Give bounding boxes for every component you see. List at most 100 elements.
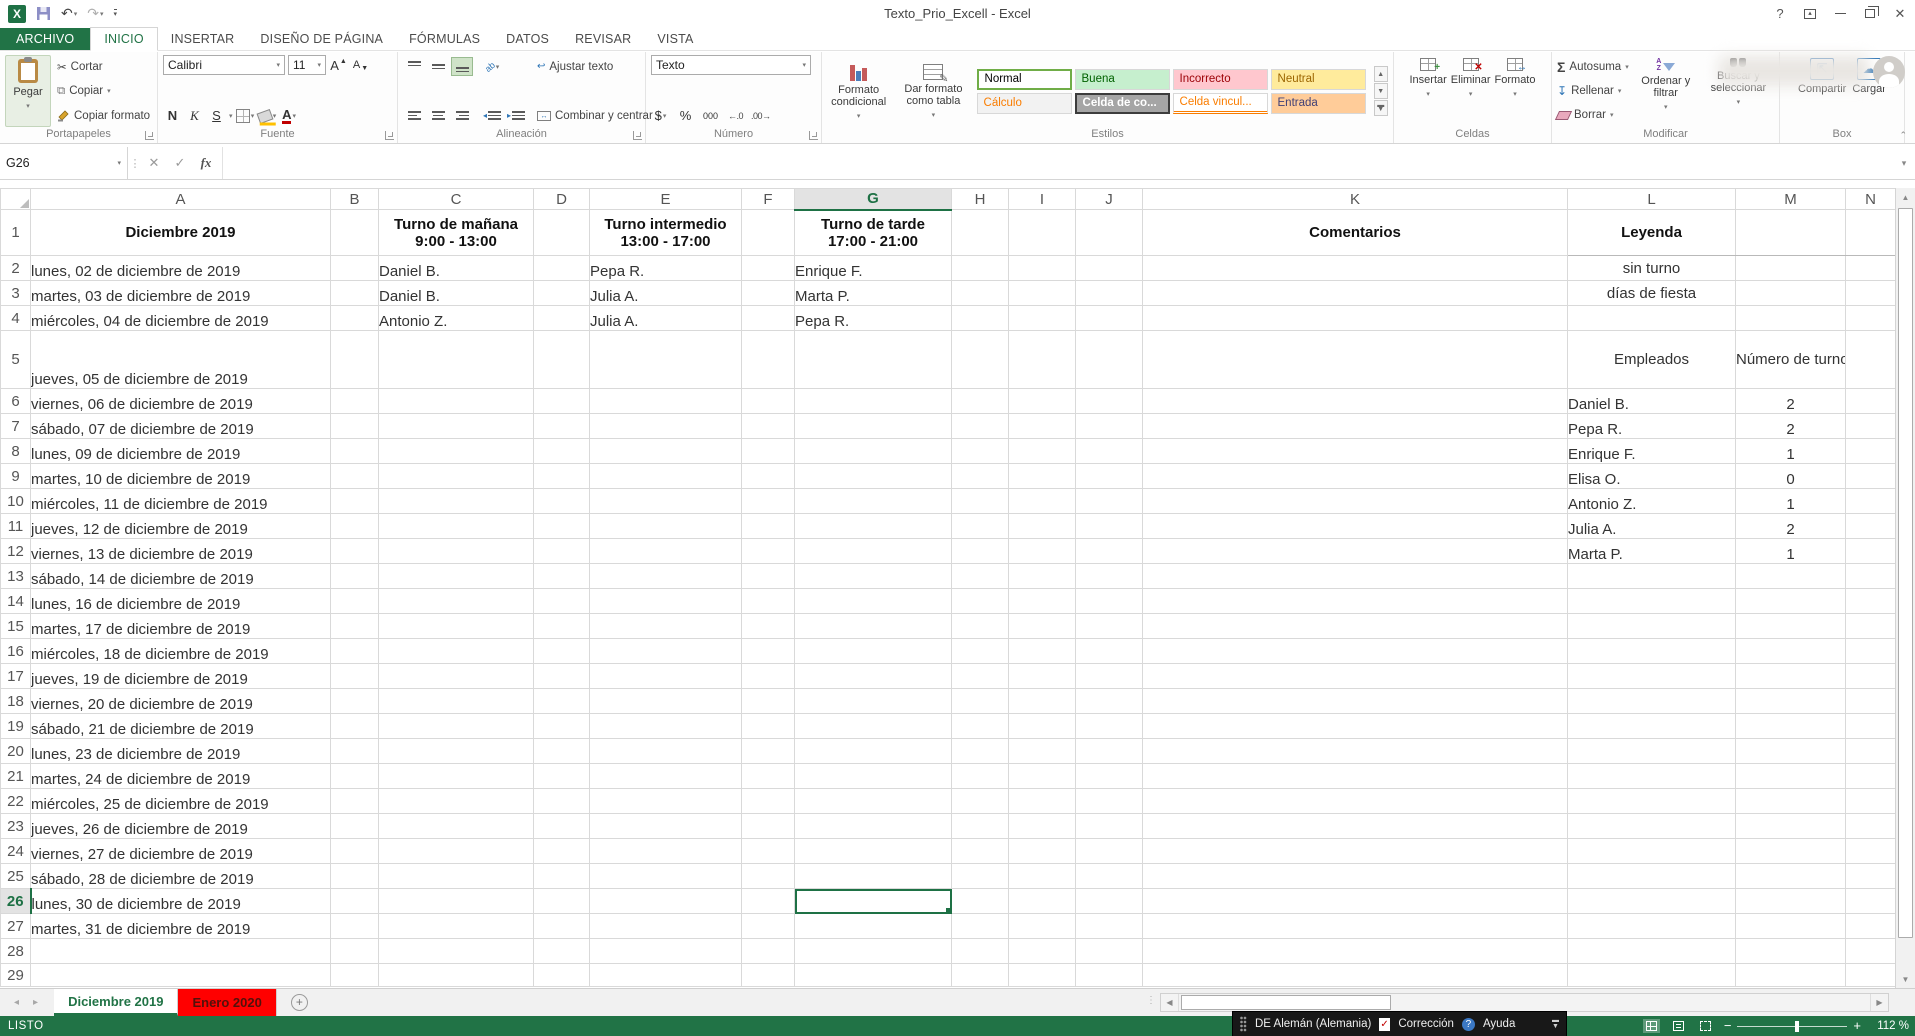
row-header-25[interactable]: 25 bbox=[1, 864, 31, 889]
cell-L29[interactable] bbox=[1568, 964, 1736, 987]
formula-input[interactable] bbox=[223, 147, 1893, 179]
cell-I9[interactable] bbox=[1009, 464, 1076, 489]
cell-G9[interactable] bbox=[795, 464, 952, 489]
new-sheet-button[interactable]: + bbox=[291, 989, 308, 1016]
excel-app-icon[interactable]: X bbox=[8, 5, 26, 23]
cell-H25[interactable] bbox=[952, 864, 1009, 889]
cell-M24[interactable] bbox=[1736, 839, 1846, 864]
cell-F12[interactable] bbox=[742, 539, 795, 564]
cell-C9[interactable] bbox=[379, 464, 534, 489]
cell-J7[interactable] bbox=[1076, 414, 1143, 439]
cell-I4[interactable] bbox=[1009, 306, 1076, 331]
cell-N21[interactable] bbox=[1846, 764, 1896, 789]
ribbon-tab-insertar[interactable]: INSERTAR bbox=[158, 28, 248, 50]
cell-D13[interactable] bbox=[534, 564, 590, 589]
number-dial​og-launcher-icon[interactable] bbox=[809, 131, 818, 140]
cell-G17[interactable] bbox=[795, 664, 952, 689]
cell-G22[interactable] bbox=[795, 789, 952, 814]
horizontal-scroll-thumb[interactable] bbox=[1181, 995, 1391, 1010]
cell-C17[interactable] bbox=[379, 664, 534, 689]
cell-J9[interactable] bbox=[1076, 464, 1143, 489]
cell-B8[interactable] bbox=[331, 439, 379, 464]
cell-F24[interactable] bbox=[742, 839, 795, 864]
close-button[interactable]: ✕ bbox=[1885, 3, 1915, 25]
cell-C29[interactable] bbox=[379, 964, 534, 987]
cell-I8[interactable] bbox=[1009, 439, 1076, 464]
wrap-text-button[interactable]: ↩Ajustar texto bbox=[537, 57, 660, 76]
cell-M8[interactable]: 1 bbox=[1736, 439, 1846, 464]
cell-H7[interactable] bbox=[952, 414, 1009, 439]
cell-N11[interactable] bbox=[1846, 514, 1896, 539]
cell-J18[interactable] bbox=[1076, 689, 1143, 714]
cell-N2[interactable] bbox=[1846, 256, 1896, 281]
language-bar-grip[interactable] bbox=[1240, 1016, 1247, 1032]
cell-F18[interactable] bbox=[742, 689, 795, 714]
cell-B28[interactable] bbox=[331, 939, 379, 964]
page-break-view-button[interactable] bbox=[1697, 1019, 1714, 1033]
cell-I20[interactable] bbox=[1009, 739, 1076, 764]
cell-style-entrada[interactable]: Entrada bbox=[1271, 93, 1366, 114]
cell-L20[interactable] bbox=[1568, 739, 1736, 764]
cell-D26[interactable] bbox=[534, 889, 590, 914]
cell-A3[interactable]: martes, 03 de diciembre de 2019 bbox=[31, 281, 331, 306]
cell-L9[interactable]: Elisa O. bbox=[1568, 464, 1736, 489]
zoom-level[interactable]: 112 % bbox=[1871, 1020, 1909, 1032]
cell-C24[interactable] bbox=[379, 839, 534, 864]
cell-N28[interactable] bbox=[1846, 939, 1896, 964]
cell-H18[interactable] bbox=[952, 689, 1009, 714]
cell-K8[interactable] bbox=[1143, 439, 1568, 464]
cell-M10[interactable]: 1 bbox=[1736, 489, 1846, 514]
ribbon-tab-inicio[interactable]: INICIO bbox=[90, 27, 157, 51]
ribbon-tab-f-rmulas[interactable]: FÓRMULAS bbox=[396, 28, 493, 50]
cell-H26[interactable] bbox=[952, 889, 1009, 914]
cell-I21[interactable] bbox=[1009, 764, 1076, 789]
minimize-button[interactable] bbox=[1825, 3, 1855, 25]
cell-F19[interactable] bbox=[742, 714, 795, 739]
cell-C11[interactable] bbox=[379, 514, 534, 539]
cell-A29[interactable] bbox=[31, 964, 331, 987]
cell-A25[interactable]: sábado, 28 de diciembre de 2019 bbox=[31, 864, 331, 889]
cell-H21[interactable] bbox=[952, 764, 1009, 789]
cell-K24[interactable] bbox=[1143, 839, 1568, 864]
scroll-right-icon[interactable]: ▶ bbox=[1870, 994, 1888, 1011]
row-header-8[interactable]: 8 bbox=[1, 439, 31, 464]
cell-E10[interactable] bbox=[590, 489, 742, 514]
cell-K5[interactable] bbox=[1143, 331, 1568, 389]
cell-D16[interactable] bbox=[534, 639, 590, 664]
cell-E29[interactable] bbox=[590, 964, 742, 987]
cell-I1[interactable] bbox=[1009, 210, 1076, 256]
cell-H28[interactable] bbox=[952, 939, 1009, 964]
cell-G16[interactable] bbox=[795, 639, 952, 664]
language-bar-options[interactable]: ▬▼ bbox=[1552, 1018, 1559, 1030]
column-header-H[interactable]: H bbox=[952, 189, 1009, 210]
row-header-3[interactable]: 3 bbox=[1, 281, 31, 306]
cell-J25[interactable] bbox=[1076, 864, 1143, 889]
row-header-19[interactable]: 19 bbox=[1, 714, 31, 739]
cell-C26[interactable] bbox=[379, 889, 534, 914]
increase-font-size-button[interactable]: A▲ bbox=[329, 56, 348, 75]
cell-K6[interactable] bbox=[1143, 389, 1568, 414]
column-header-K[interactable]: K bbox=[1143, 189, 1568, 210]
number-format-combo[interactable]: Texto▾ bbox=[651, 55, 811, 75]
row-header-21[interactable]: 21 bbox=[1, 764, 31, 789]
percent-format-button[interactable]: % bbox=[676, 106, 695, 125]
scroll-down-icon[interactable]: ▼ bbox=[1896, 970, 1915, 988]
cell-A20[interactable]: lunes, 23 de diciembre de 2019 bbox=[31, 739, 331, 764]
align-middle-button[interactable] bbox=[427, 57, 449, 76]
cell-N26[interactable] bbox=[1846, 889, 1896, 914]
cell-C6[interactable] bbox=[379, 389, 534, 414]
cell-B3[interactable] bbox=[331, 281, 379, 306]
cell-I23[interactable] bbox=[1009, 814, 1076, 839]
cell-H20[interactable] bbox=[952, 739, 1009, 764]
cell-L15[interactable] bbox=[1568, 614, 1736, 639]
cell-C22[interactable] bbox=[379, 789, 534, 814]
cell-N13[interactable] bbox=[1846, 564, 1896, 589]
cell-L12[interactable]: Marta P. bbox=[1568, 539, 1736, 564]
cell-M27[interactable] bbox=[1736, 914, 1846, 939]
cell-B4[interactable] bbox=[331, 306, 379, 331]
cell-E28[interactable] bbox=[590, 939, 742, 964]
vertical-scroll-thumb[interactable] bbox=[1898, 208, 1913, 938]
row-header-2[interactable]: 2 bbox=[1, 256, 31, 281]
cell-D20[interactable] bbox=[534, 739, 590, 764]
cell-H3[interactable] bbox=[952, 281, 1009, 306]
